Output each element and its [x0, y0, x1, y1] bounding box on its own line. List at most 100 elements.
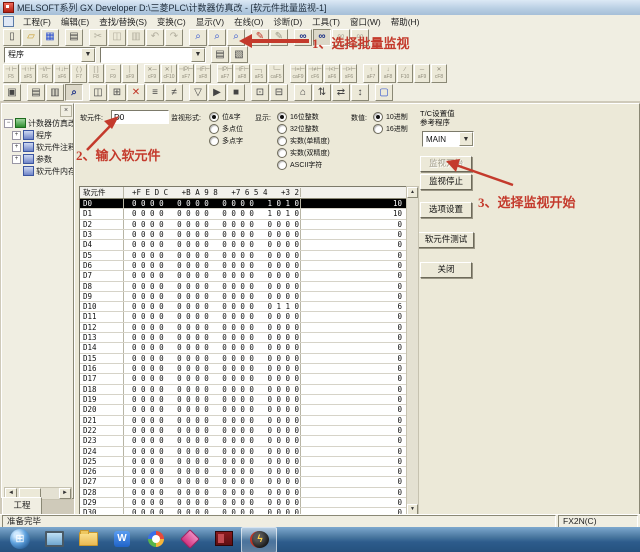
menu-item[interactable]: 在线(O): [229, 16, 268, 28]
menu-item[interactable]: 窗口(W): [345, 16, 386, 28]
monitor-stop-button[interactable]: 监视停止: [420, 174, 472, 190]
collapse-icon[interactable]: −: [4, 119, 13, 128]
table-row[interactable]: D14 0 0 0 0 0 0 0 0 0 0 0 0 0 0 0 0 0: [80, 343, 407, 353]
ladder-symbol-button[interactable]: └─ caF5: [268, 64, 284, 83]
radio-real-single[interactable]: 实数(单精度): [277, 135, 330, 147]
close-button[interactable]: 关闭: [420, 262, 472, 278]
window-tile-icon[interactable]: ⊡: [251, 84, 269, 101]
undo-icon[interactable]: ↶: [146, 29, 164, 46]
simulator-app[interactable]: [37, 527, 71, 551]
monitor-start-button[interactable]: 监视开始: [420, 156, 472, 172]
menu-item[interactable]: 工具(T): [307, 16, 345, 28]
find-replace-icon[interactable]: ⌕: [208, 29, 226, 46]
tree-item-parameter[interactable]: + 参数: [2, 153, 73, 165]
sort-asc-icon[interactable]: ⇅: [313, 84, 331, 101]
monitor-mode-icon[interactable]: ∞: [294, 29, 312, 46]
radio-real-double[interactable]: 实数(双精度): [277, 147, 330, 159]
ladder-symbol-button[interactable]: ✕─ cF9: [144, 64, 160, 83]
radio-decimal[interactable]: 10进制: [373, 111, 408, 123]
ladder-symbol-button[interactable]: ⊣ ⊢ F5: [3, 64, 19, 83]
open-icon[interactable]: ▱: [22, 29, 40, 46]
child-window-icon[interactable]: [3, 16, 14, 27]
chevron-down-icon[interactable]: ▼: [459, 132, 473, 146]
comment-frame-icon[interactable]: ▢: [375, 84, 393, 101]
table-row[interactable]: D17 0 0 0 0 0 0 0 0 0 0 0 0 0 0 0 0 0: [80, 374, 407, 384]
option-settings-button[interactable]: 选项设置: [420, 202, 472, 218]
table-row[interactable]: D5 0 0 0 0 0 0 0 0 0 0 0 0 0 0 0 0 0: [80, 251, 407, 261]
menu-item[interactable]: 显示(V): [191, 16, 229, 28]
menu-item[interactable]: 变换(C): [152, 16, 191, 28]
tree-item-device-comment[interactable]: + 软元件注释: [2, 141, 73, 153]
run-icon[interactable]: ▶: [208, 84, 226, 101]
radio-multi-bit[interactable]: 多点位: [209, 123, 243, 135]
table-row[interactable]: D11 0 0 0 0 0 0 0 0 0 0 0 0 0 0 0 0 0: [80, 312, 407, 322]
table-row[interactable]: D19 0 0 0 0 0 0 0 0 0 0 0 0 0 0 0 0 0: [80, 395, 407, 405]
ladder-symbol-button[interactable]: ⊣/⊢ F6: [37, 64, 53, 83]
ladder-symbol-button[interactable]: ─┐ aF5: [251, 64, 267, 83]
program-check-icon[interactable]: ✎: [251, 29, 269, 46]
ladder-symbol-button[interactable]: ↑ aF7: [363, 64, 379, 83]
ladder-symbol-button[interactable]: [ ] F8: [88, 64, 104, 83]
ladder-symbol-button[interactable]: ⊣↓⊢ sF6: [54, 64, 70, 83]
sort-swap-icon[interactable]: ⇄: [332, 84, 350, 101]
chevron-down-icon[interactable]: ▼: [81, 48, 95, 62]
scroll-up-icon[interactable]: ▲: [407, 187, 418, 198]
radio-multi-word[interactable]: 多点字: [209, 135, 243, 147]
statement-display-icon[interactable]: ▥: [46, 84, 64, 101]
ladder-symbol-button[interactable]: ⊣<⊢ aF6: [324, 64, 340, 83]
tree-item-program[interactable]: + 程序: [2, 129, 73, 141]
table-vertical-scrollbar[interactable]: ▲ ▼: [406, 186, 419, 516]
radio-16bit-int[interactable]: 16位整数: [277, 111, 330, 123]
find-icon[interactable]: ⌕: [189, 29, 207, 46]
table-row[interactable]: D16 0 0 0 0 0 0 0 0 0 0 0 0 0 0 0 0 0: [80, 364, 407, 374]
reference-program-combobox[interactable]: MAIN ▼: [422, 131, 474, 147]
menu-item[interactable]: 诊断(D): [268, 16, 307, 28]
tab-project[interactable]: 工程: [2, 497, 42, 514]
comment-window-button[interactable]: ▧: [230, 46, 248, 63]
comment-display-icon[interactable]: ▤: [27, 84, 45, 101]
split-window-icon[interactable]: ◫: [89, 84, 107, 101]
program-name-combobox[interactable]: ▼: [100, 47, 206, 63]
ladder-symbol-button[interactable]: ⊣F⊢ sF8: [195, 64, 211, 83]
ladder-symbol-button[interactable]: ⊣≠⊢ cF6: [307, 64, 323, 83]
menu-item[interactable]: 查找/替换(S): [94, 16, 152, 28]
delete-icon[interactable]: ✕: [127, 84, 145, 101]
table-row[interactable]: D21 0 0 0 0 0 0 0 0 0 0 0 0 0 0 0 0 0: [80, 416, 407, 426]
save-icon[interactable]: ▦: [41, 29, 59, 46]
ladder-symbol-button[interactable]: ⊣↑⊢ sF5: [20, 64, 36, 83]
ladder-symbol-button[interactable]: ( ) F7: [71, 64, 87, 83]
table-row[interactable]: D3 0 0 0 0 0 0 0 0 0 0 0 0 0 0 0 0 0: [80, 230, 407, 240]
find-device-icon[interactable]: ⌕: [227, 29, 245, 46]
table-row[interactable]: D22 0 0 0 0 0 0 0 0 0 0 0 0 0 0 0 0 0: [80, 426, 407, 436]
expand-icon[interactable]: ↕: [351, 84, 369, 101]
jump-icon[interactable]: ▽: [189, 84, 207, 101]
table-row[interactable]: D20 0 0 0 0 0 0 0 0 0 0 0 0 0 0 0 0 0: [80, 405, 407, 415]
table-row[interactable]: D24 0 0 0 0 0 0 0 0 0 0 0 0 0 0 0 0 0: [80, 447, 407, 457]
tree-item-root[interactable]: − 计数器仿真改: [2, 117, 73, 129]
radio-hex[interactable]: 16进制: [373, 123, 408, 135]
gx-developer-app[interactable]: ϟ: [241, 527, 277, 552]
zoom-monitor-icon[interactable]: ⌕: [65, 84, 83, 101]
ladder-symbol-button[interactable]: ⊣=⊢ caF9: [290, 64, 306, 83]
expand-icon[interactable]: +: [12, 131, 21, 140]
start-button[interactable]: ⊞: [3, 527, 37, 551]
table-row[interactable]: D9 0 0 0 0 0 0 0 0 0 0 0 0 0 0 0 0 0: [80, 292, 407, 302]
table-row[interactable]: D10 0 0 0 0 0 0 0 0 0 0 0 0 0 1 1 0 6: [80, 302, 407, 312]
ladder-symbol-button[interactable]: │ sF9: [122, 64, 138, 83]
tree-item-device-memory[interactable]: 软元件内存: [2, 165, 73, 177]
table-row[interactable]: D23 0 0 0 0 0 0 0 0 0 0 0 0 0 0 0 0 0: [80, 436, 407, 446]
scroll-right-icon[interactable]: ►: [59, 488, 71, 499]
expand-icon[interactable]: +: [12, 155, 21, 164]
radio-ascii[interactable]: ASCII字符: [277, 159, 330, 171]
stop-icon[interactable]: ■: [227, 84, 245, 101]
menu-item[interactable]: 工程(F): [18, 16, 56, 28]
chevron-down-icon[interactable]: ▼: [191, 48, 205, 62]
insert-row-icon[interactable]: ⊞: [108, 84, 126, 101]
explorer-app[interactable]: [71, 527, 105, 551]
cut-icon[interactable]: ✂: [89, 29, 107, 46]
table-row[interactable]: D8 0 0 0 0 0 0 0 0 0 0 0 0 0 0 0 0 0: [80, 282, 407, 292]
pink-diamond-app[interactable]: [173, 527, 207, 551]
table-row[interactable]: D25 0 0 0 0 0 0 0 0 0 0 0 0 0 0 0 0 0: [80, 457, 407, 467]
paste-icon[interactable]: ▥: [127, 29, 145, 46]
table-row[interactable]: D0 0 0 0 0 0 0 0 0 0 0 0 0 1 0 1 0 10: [80, 199, 407, 209]
